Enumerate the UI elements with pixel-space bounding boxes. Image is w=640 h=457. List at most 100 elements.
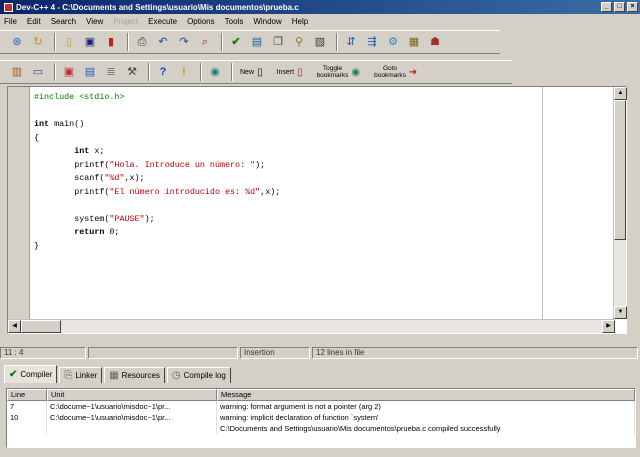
code-line-12: } [34, 240, 40, 251]
compiler-messages-table[interactable]: Line Unit Message 7 C:\docume~1\usuario\… [6, 388, 636, 448]
menu-view[interactable]: View [86, 17, 103, 26]
project-options-icon[interactable]: ▤ [248, 33, 266, 51]
code-text: scanf( [74, 173, 105, 183]
new-file-icon: ▯ [257, 66, 263, 78]
table-row[interactable]: 10 C:\docume~1\usuario\misdoc~1\pr... wa… [7, 412, 635, 423]
goto-bookmarks-line2: bookmarks [374, 72, 406, 79]
column-header-unit[interactable]: Unit [47, 389, 217, 401]
tab-linker-label: Linker [75, 371, 98, 380]
vertical-scrollbar[interactable]: ▲ ▼ [613, 87, 627, 319]
toggle-bookmarks-line1: Toggle [322, 65, 343, 72]
menu-help[interactable]: Help [292, 17, 308, 26]
menu-options[interactable]: Options [187, 17, 215, 26]
new-file-icon[interactable]: ▯ [60, 33, 78, 51]
code-string: "El número introducido es: %d" [109, 186, 261, 197]
insert-button[interactable]: Insert ▯ [274, 63, 306, 81]
scroll-down-icon[interactable]: ▼ [614, 306, 627, 319]
horizontal-scroll-thumb[interactable] [21, 320, 61, 333]
row-unit: C:\docume~1\usuario\misdoc~1\pr... [47, 412, 217, 423]
code-text: system( [74, 213, 110, 224]
column-header-line[interactable]: Line [7, 389, 47, 401]
open-file-icon[interactable]: ↻ [29, 33, 47, 51]
paste-icon[interactable]: ▧ [311, 33, 329, 51]
minimize-button[interactable]: _ [601, 2, 612, 12]
scroll-right-icon[interactable]: ▶ [602, 320, 615, 333]
close-button[interactable]: × [627, 2, 638, 12]
open-project-icon[interactable]: ⊛ [8, 33, 26, 51]
print-icon[interactable]: ⎙ [133, 33, 151, 51]
class-browser-icon[interactable]: ▦ [405, 33, 423, 51]
code-string: "PAUSE" [109, 213, 145, 224]
code-text: printf( [74, 186, 110, 197]
tab-compile-log[interactable]: ◷ Compile log [166, 367, 231, 383]
compile-check-icon[interactable]: ✔ [227, 33, 245, 51]
tab-linker[interactable]: ⎘ Linker [59, 367, 103, 383]
column-header-message[interactable]: Message [217, 389, 635, 401]
source-code[interactable]: #include <stdio.h> int main() { int x; p… [34, 91, 280, 253]
undo-icon[interactable]: ↶ [154, 33, 172, 51]
compile-icon[interactable]: ⇵ [342, 33, 360, 51]
insert-mode: Insertion [240, 347, 310, 359]
debug-icon[interactable]: ⚲ [290, 33, 308, 51]
code-text: ,x); [260, 186, 281, 197]
vertical-scroll-thumb[interactable] [614, 100, 626, 240]
rebuild-icon[interactable]: ⚙ [384, 33, 402, 51]
tools-icon[interactable]: ⚒ [123, 63, 141, 81]
toggle-bookmarks-button[interactable]: Toggle bookmarks ◉ [314, 63, 364, 81]
toolbar-separator [231, 63, 233, 81]
compile-log-icon: ◷ [171, 370, 181, 381]
redo-icon[interactable]: ↷ [175, 33, 193, 51]
status-bar: 11 : 4 Insertion 12 lines in file [0, 346, 640, 360]
tab-compiler[interactable]: ✔ Compiler [4, 365, 58, 383]
code-text: 0; [104, 227, 120, 237]
project-files-icon[interactable]: ≣ [102, 63, 120, 81]
toolbar-separator [336, 33, 338, 51]
menu-project[interactable]: Project [113, 17, 138, 26]
close-file-icon[interactable]: ▮ [102, 33, 120, 51]
scroll-up-icon[interactable]: ▲ [614, 87, 627, 100]
about-icon[interactable]: ◉ [206, 63, 224, 81]
code-text: ); [255, 159, 266, 170]
maximize-button[interactable]: □ [614, 2, 625, 12]
tab-resources-label: Resources [121, 371, 160, 380]
code-editor[interactable]: #include <stdio.h> int main() { int x; p… [7, 86, 627, 334]
row-unit [47, 423, 217, 434]
line-count: 12 lines in file [312, 347, 638, 359]
goto-bookmarks-line1: Goto [382, 65, 398, 72]
horizontal-scrollbar[interactable]: ◀ ▶ [8, 319, 615, 333]
run-icon[interactable]: ⇶ [363, 33, 381, 51]
menu-edit[interactable]: Edit [27, 17, 41, 26]
menu-search[interactable]: Search [51, 17, 76, 26]
window-title: Dev-C++ 4 - C:\Documents and Settings\us… [16, 2, 299, 12]
tab-resources[interactable]: ▦ Resources [104, 367, 165, 383]
table-row[interactable]: 7 C:\docume~1\usuario\misdoc~1\pr... war… [7, 401, 635, 412]
menu-execute[interactable]: Execute [148, 17, 177, 26]
editor-gutter [8, 87, 30, 319]
help-icon[interactable]: ? [154, 63, 172, 81]
toolbar-separator [54, 33, 56, 51]
goto-bookmarks-button[interactable]: Goto bookmarks ➜ [371, 63, 420, 81]
code-string: "Hola. Introduce un número: " [109, 159, 256, 170]
toolbar-separator [127, 33, 129, 51]
title-bar: Dev-C++ 4 - C:\Documents and Settings\us… [0, 0, 640, 14]
remove-from-project-icon[interactable]: ▤ [81, 63, 99, 81]
compile-project-icon[interactable]: ▥ [8, 63, 26, 81]
toolbar-separator [54, 63, 56, 81]
environment-icon[interactable]: ☗ [426, 33, 444, 51]
new-button[interactable]: New ▯ [237, 63, 266, 81]
app-icon [4, 2, 13, 12]
status-empty [88, 347, 238, 359]
add-to-project-icon[interactable]: ▣ [60, 63, 78, 81]
row-unit: C:\docume~1\usuario\misdoc~1\pr... [47, 401, 217, 412]
toggle-bookmarks-label: Toggle bookmarks [317, 65, 349, 79]
copy-icon[interactable]: ❐ [269, 33, 287, 51]
menu-tools[interactable]: Tools [225, 17, 244, 26]
monitor-icon[interactable]: ▭ [29, 63, 47, 81]
table-row[interactable]: C:\Documents and Settings\usuario\Mis do… [7, 423, 635, 434]
tip-icon[interactable]: ! [175, 63, 193, 81]
menu-window[interactable]: Window [253, 17, 281, 26]
find-icon[interactable]: ⌕ [196, 33, 214, 51]
menu-file[interactable]: File [4, 17, 17, 26]
save-icon[interactable]: ▣ [81, 33, 99, 51]
scroll-left-icon[interactable]: ◀ [8, 320, 21, 333]
